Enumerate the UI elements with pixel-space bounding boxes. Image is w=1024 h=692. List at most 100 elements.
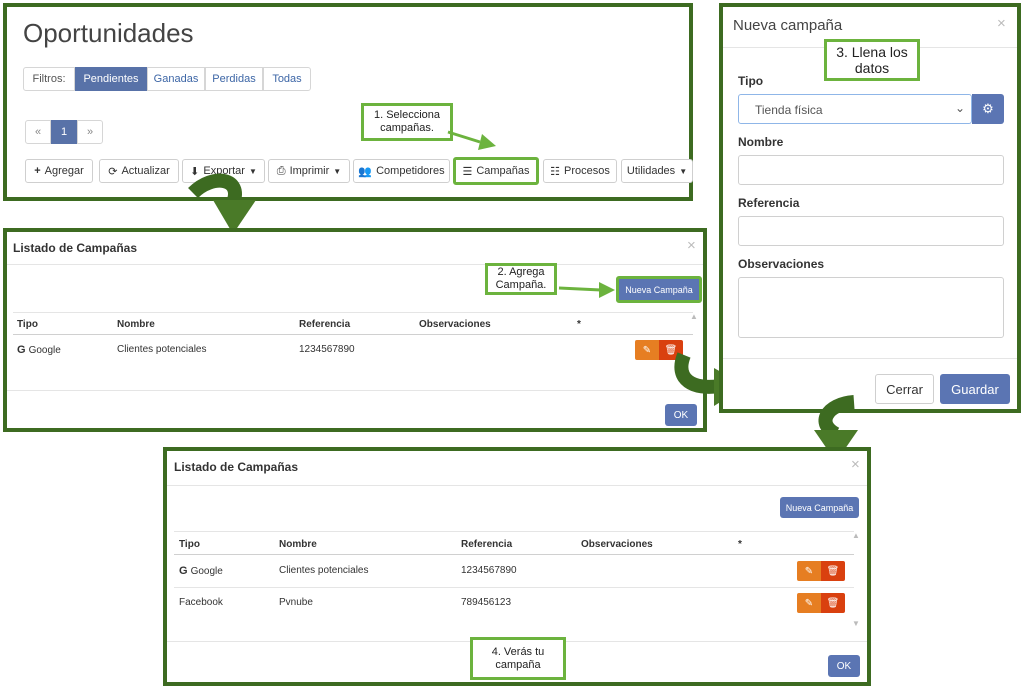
edit-button[interactable]: ✎	[797, 561, 821, 581]
step-1-callout: 1. Selecciona campañas.	[361, 103, 453, 141]
col-star: *	[577, 319, 581, 330]
modal-title: Nueva campaña	[733, 17, 843, 34]
divider	[174, 531, 854, 532]
edit-button[interactable]: ✎	[797, 593, 821, 613]
scroll-up-icon[interactable]: ▲	[690, 312, 698, 321]
divider	[723, 358, 1017, 359]
referencia-field[interactable]	[738, 216, 1004, 246]
close-icon[interactable]: ×	[997, 15, 1006, 32]
col-star: *	[738, 539, 742, 550]
pagination-next[interactable]: »	[77, 120, 103, 144]
filters-label: Filtros:	[23, 67, 75, 91]
tipo-settings-button[interactable]: ⚙	[972, 94, 1004, 124]
table-row: Facebook Pvnube 789456123 ✎ 🗑	[167, 588, 867, 618]
cerrar-button[interactable]: Cerrar	[875, 374, 934, 404]
campanas-button[interactable]: ☰ Campañas	[453, 157, 539, 185]
tipo-select[interactable]: Tienda física ⌄	[738, 94, 972, 124]
filter-pendientes[interactable]: Pendientes	[75, 67, 147, 91]
callout-arrow-1	[447, 130, 496, 150]
cell-referencia: 1234567890	[299, 344, 355, 355]
cell-nombre: Clientes potenciales	[279, 565, 369, 576]
referencia-label: Referencia	[738, 196, 800, 210]
agregar-button[interactable]: + Agregar	[25, 159, 93, 183]
scroll-up-icon[interactable]: ▲	[852, 531, 860, 540]
trash-icon: 🗑	[826, 565, 840, 577]
nueva-campana-button[interactable]: Nueva Campaña	[780, 497, 859, 518]
caret-down-icon: ▼	[333, 166, 342, 176]
page-title: Oportunidades	[23, 18, 194, 48]
divider	[174, 554, 854, 555]
cell-tipo: G Google	[17, 344, 61, 356]
modal-title: Listado de Campañas	[13, 241, 138, 255]
list-icon: ☰	[462, 165, 473, 178]
users-icon: 👥	[358, 165, 373, 178]
observaciones-textarea[interactable]	[738, 277, 1004, 338]
list-ul-icon: ☷	[550, 165, 560, 178]
nueva-campana-panel: Nueva campaña × 3. Llena los datos Tipo …	[719, 3, 1021, 413]
actualizar-button[interactable]: ⟳ Actualizar	[99, 159, 179, 183]
caret-down-icon: ▼	[679, 166, 688, 176]
modal-title: Listado de Campañas	[174, 460, 299, 474]
callout-arrow-2	[558, 282, 615, 298]
col-observaciones: Observaciones	[419, 319, 491, 330]
imprimir-button[interactable]: ⎙ Imprimir ▼	[268, 159, 350, 183]
col-nombre: Nombre	[279, 539, 317, 550]
divider	[7, 264, 703, 265]
edit-icon: ✎	[642, 344, 652, 356]
divider	[13, 312, 693, 313]
divider	[7, 390, 703, 391]
step-3-callout: 3. Llena los datos	[824, 39, 920, 81]
delete-button[interactable]: 🗑	[821, 561, 845, 581]
print-icon: ⎙	[276, 164, 286, 177]
nueva-campana-button[interactable]: Nueva Campaña	[616, 276, 702, 303]
col-nombre: Nombre	[117, 319, 155, 330]
google-icon: G	[17, 344, 26, 356]
listado-campanas-panel: Listado de Campañas × 2. Agrega Campaña.…	[3, 228, 707, 432]
utilidades-button[interactable]: Utilidades ▼	[621, 159, 693, 183]
col-referencia: Referencia	[299, 319, 351, 330]
chevron-down-icon: ⌄	[954, 101, 965, 115]
edit-icon: ✎	[804, 597, 814, 609]
google-icon: G	[179, 565, 188, 577]
filter-ganadas[interactable]: Ganadas	[147, 67, 205, 91]
cell-tipo: G Google	[179, 565, 223, 577]
listado-campanas-result-panel: Listado de Campañas × Nueva Campaña Tipo…	[163, 447, 871, 686]
col-observaciones: Observaciones	[581, 539, 653, 550]
edit-icon: ✎	[804, 565, 814, 577]
plus-icon: +	[34, 165, 41, 177]
divider	[13, 334, 693, 335]
cell-nombre: Clientes potenciales	[117, 344, 207, 355]
close-icon[interactable]: ×	[687, 237, 696, 254]
scroll-down-icon[interactable]: ▼	[852, 619, 860, 628]
close-icon[interactable]: ×	[851, 456, 860, 473]
table-row: G Google Clientes potenciales 1234567890 …	[167, 556, 867, 586]
pagination-prev[interactable]: «	[25, 120, 51, 144]
observaciones-label: Observaciones	[738, 257, 825, 271]
cell-referencia: 1234567890	[461, 565, 517, 576]
guardar-button[interactable]: Guardar	[940, 374, 1010, 404]
edit-button[interactable]: ✎	[635, 340, 659, 360]
competidores-button[interactable]: 👥 Competidores	[353, 159, 450, 183]
pagination-page-1[interactable]: 1	[51, 120, 77, 144]
divider	[167, 485, 867, 486]
cell-tipo: Facebook	[179, 597, 223, 608]
step-4-callout: 4. Verás tu campaña	[470, 637, 566, 680]
filter-todas[interactable]: Todas	[263, 67, 311, 91]
nombre-field[interactable]	[738, 155, 1004, 185]
col-referencia: Referencia	[461, 539, 513, 550]
step-2-callout: 2. Agrega Campaña.	[485, 263, 557, 295]
procesos-button[interactable]: ☷ Procesos	[543, 159, 617, 183]
col-tipo: Tipo	[179, 539, 200, 550]
trash-icon: 🗑	[826, 597, 840, 609]
nombre-label: Nombre	[738, 135, 784, 149]
delete-button[interactable]: 🗑	[821, 593, 845, 613]
col-tipo: Tipo	[17, 319, 38, 330]
oportunidades-panel: Oportunidades Filtros: Pendientes Ganada…	[3, 3, 693, 201]
tipo-label: Tipo	[738, 74, 764, 88]
gear-icon: ⚙	[982, 101, 994, 116]
refresh-icon: ⟳	[108, 165, 118, 178]
table-row: G Google Clientes potenciales 1234567890 …	[7, 336, 703, 366]
cell-referencia: 789456123	[461, 597, 512, 608]
filter-perdidas[interactable]: Perdidas	[205, 67, 263, 91]
ok-button[interactable]: OK	[828, 655, 860, 677]
